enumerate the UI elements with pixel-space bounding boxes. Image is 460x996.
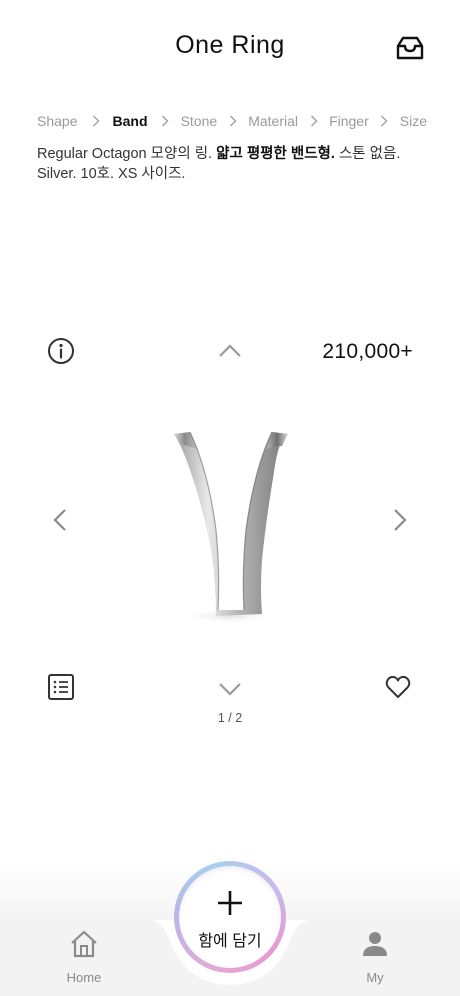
up-arrow-button[interactable] xyxy=(216,340,244,362)
step-size[interactable]: Size xyxy=(400,113,427,129)
down-arrow-button[interactable] xyxy=(216,678,244,700)
add-button-face: 함에 담기 xyxy=(179,866,281,968)
chevron-up-icon xyxy=(219,344,241,357)
step-material[interactable]: Material xyxy=(248,113,298,129)
step-stone[interactable]: Stone xyxy=(181,113,218,129)
nav-my[interactable]: My xyxy=(325,916,425,996)
list-icon xyxy=(48,674,74,700)
inbox-button[interactable] xyxy=(394,34,426,62)
step-breadcrumb: Shape Band Stone Material Finger Size xyxy=(37,112,427,130)
add-to-box-button[interactable]: 함에 담기 xyxy=(174,861,286,973)
chevron-right-icon xyxy=(306,114,321,128)
heart-icon xyxy=(385,675,411,698)
spec-list-button[interactable] xyxy=(47,673,75,701)
option-description: Regular Octagon 모양의 링. 얇고 평평한 밴드형. 스톤 없음… xyxy=(37,144,427,184)
chevron-down-icon xyxy=(219,683,241,696)
description-text: Regular Octagon 모양의 링. xyxy=(37,146,217,162)
chevron-right-icon xyxy=(377,114,392,128)
next-option-button[interactable] xyxy=(388,505,412,535)
app-title: One Ring xyxy=(175,31,285,59)
chevron-left-icon xyxy=(53,509,66,531)
nav-home-label: Home xyxy=(66,970,102,985)
favorite-button[interactable] xyxy=(384,673,412,701)
plus-icon xyxy=(218,891,242,915)
user-icon xyxy=(363,932,387,956)
previous-option-button[interactable] xyxy=(48,505,72,535)
step-band[interactable]: Band xyxy=(113,113,148,129)
nav-my-label: My xyxy=(366,970,384,985)
step-finger[interactable]: Finger xyxy=(329,113,369,129)
chevron-right-icon xyxy=(158,114,173,128)
step-shape[interactable]: Shape xyxy=(37,113,77,129)
chevron-right-icon xyxy=(394,509,407,531)
ring-preview-image xyxy=(150,410,310,632)
info-button[interactable] xyxy=(47,337,75,365)
description-text-2: 스톤 없음. xyxy=(334,146,401,162)
home-icon xyxy=(71,930,97,958)
chevron-right-icon xyxy=(225,114,240,128)
nav-home[interactable]: Home xyxy=(34,916,134,996)
inbox-icon xyxy=(396,36,424,60)
price-label: 210,000+ xyxy=(322,340,413,363)
app-header: One Ring xyxy=(0,0,460,96)
description-line-2: Silver. 10호. XS 사이즈. xyxy=(37,166,186,182)
description-bold: 얇고 평평한 밴드형. xyxy=(216,146,335,162)
add-button-label: 함에 담기 xyxy=(198,933,262,950)
chevron-right-icon xyxy=(88,114,103,128)
page-indicator: 1 / 2 xyxy=(217,711,243,725)
info-icon xyxy=(48,338,74,364)
